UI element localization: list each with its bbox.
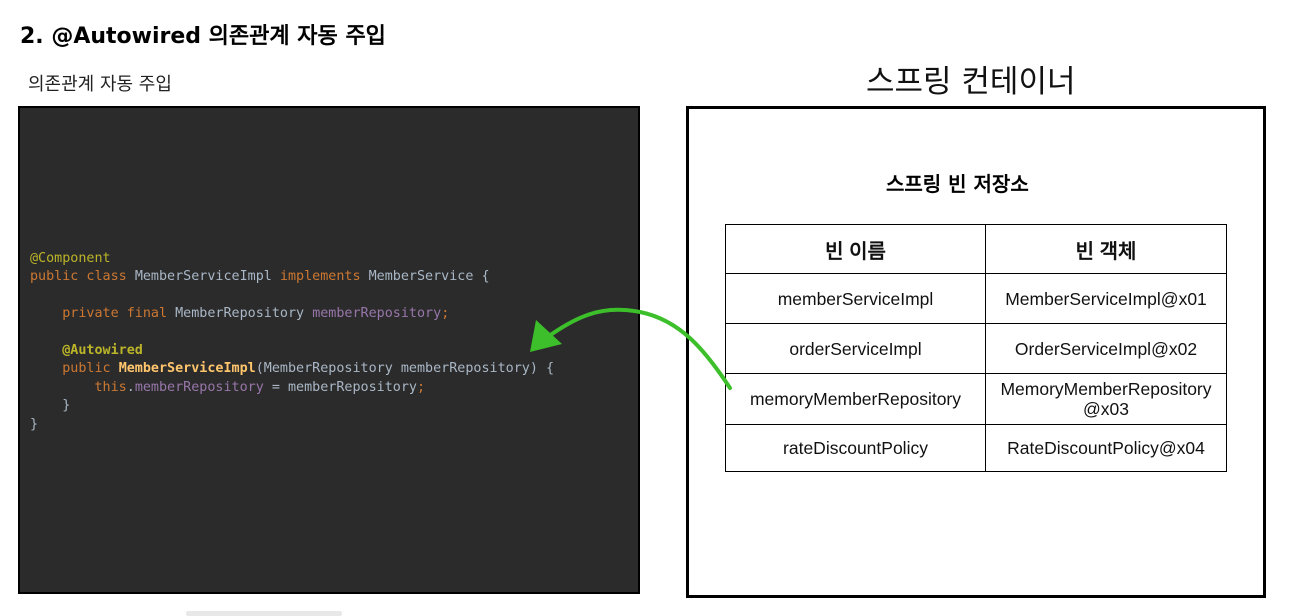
- closing-brace: }: [30, 416, 39, 432]
- bean-name-cell: orderServiceImpl: [725, 323, 986, 374]
- keyword-private-final: private final: [62, 306, 168, 322]
- bean-object-cell: MemoryMemberRepository @x03: [985, 373, 1227, 425]
- constructor-name: MemberServiceImpl: [118, 361, 256, 377]
- code-line-6: this.memberRepository = memberRepository…: [30, 379, 554, 397]
- header-bean-object: 빈 객체: [985, 224, 1227, 274]
- table-header-row: 빈 이름 빈 객체: [725, 224, 1227, 274]
- bean-object-cell: RateDiscountPolicy@x04: [985, 424, 1227, 472]
- code-line-4: @Autowired: [30, 342, 554, 360]
- table-row: rateDiscountPolicy RateDiscountPolicy@x0…: [725, 424, 1227, 472]
- bean-object-cell: OrderServiceImpl@x02: [985, 323, 1227, 374]
- closing-brace: }: [62, 398, 71, 414]
- code-line-blank-2: [30, 324, 554, 342]
- constructor-args: (MemberRepository memberRepository) {: [255, 361, 555, 377]
- code-editor-panel: @Component public class MemberServiceImpl…: [18, 106, 640, 594]
- keyword-public: public: [62, 361, 111, 377]
- code-line-blank-1: [30, 287, 554, 305]
- spring-container-title: 스프링 컨테이너: [866, 64, 1076, 100]
- bean-table: 빈 이름 빈 객체 memberServiceImpl MemberServic…: [725, 224, 1227, 472]
- header-bean-name: 빈 이름: [725, 224, 986, 274]
- keyword-public-class: public class: [30, 269, 127, 285]
- code-line-8: }: [30, 416, 554, 434]
- dot: .: [126, 379, 135, 395]
- field-name: memberRepository: [312, 306, 442, 322]
- code-line-1: @Component: [30, 250, 554, 268]
- bean-object-line-1: MemoryMemberRepository: [1000, 379, 1212, 399]
- code-caption: 의존관계 자동 주입: [28, 74, 172, 95]
- bean-object-line-2: @x03: [1083, 399, 1129, 419]
- class-name: MemberServiceImpl: [134, 269, 272, 285]
- code-block: @Component public class MemberServiceImpl…: [30, 250, 554, 434]
- bean-name-cell: memoryMemberRepository: [725, 373, 986, 425]
- code-line-7: }: [30, 397, 554, 415]
- horizontal-scrollbar[interactable]: [186, 611, 342, 616]
- field-type: MemberRepository: [175, 306, 305, 322]
- code-line-2: public class MemberServiceImpl implement…: [30, 268, 554, 286]
- field-reference: memberRepository: [134, 379, 264, 395]
- code-line-3: private final MemberRepository memberRep…: [30, 305, 554, 323]
- keyword-this: this: [94, 379, 127, 395]
- bean-name-cell: rateDiscountPolicy: [725, 424, 986, 472]
- semicolon: ;: [441, 306, 450, 322]
- bean-store-title: 스프링 빈 저장소: [886, 172, 1029, 196]
- table-row: memberServiceImpl MemberServiceImpl@x01: [725, 273, 1227, 324]
- annotation-autowired: @Autowired: [62, 342, 143, 358]
- table-row: orderServiceImpl OrderServiceImpl@x02: [725, 323, 1227, 374]
- bean-object-cell: MemberServiceImpl@x01: [985, 273, 1227, 324]
- bean-name-cell: memberServiceImpl: [725, 273, 986, 324]
- annotation-component: @Component: [30, 251, 111, 266]
- code-line-5: public MemberServiceImpl(MemberRepositor…: [30, 360, 554, 378]
- semicolon: ;: [417, 379, 426, 395]
- interface-name: MemberService {: [368, 269, 490, 285]
- section-title: 2. @Autowired 의존관계 자동 주입: [20, 24, 386, 49]
- keyword-implements: implements: [279, 269, 361, 285]
- table-row: memoryMemberRepository MemoryMemberRepos…: [725, 373, 1227, 425]
- assignment: = memberRepository: [263, 379, 417, 395]
